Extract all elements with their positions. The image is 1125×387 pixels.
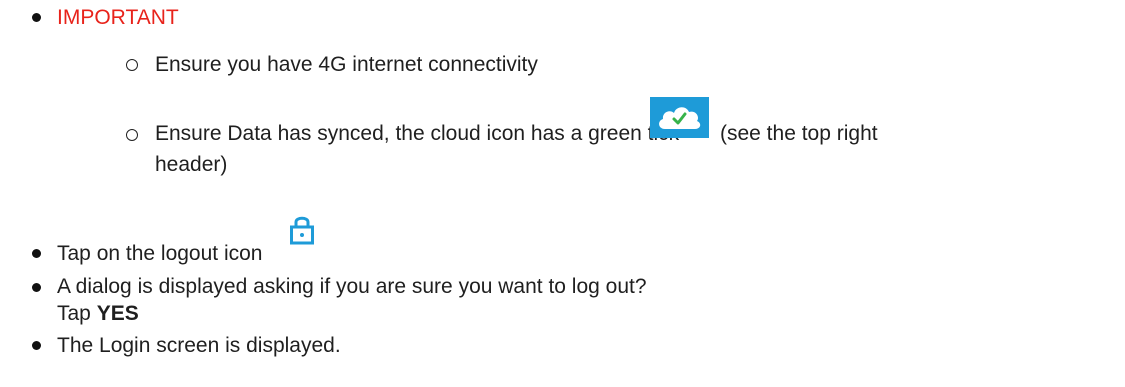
step-tap-logout: Tap on the logout icon — [57, 242, 263, 265]
step-dialog-text: A dialog is displayed asking if you are … — [57, 275, 647, 298]
sub-item-sync-continued: header) — [155, 153, 228, 176]
lock-logout-icon — [290, 214, 314, 245]
step-dialog-action-yes: YES — [96, 302, 139, 325]
instruction-document: IMPORTANT Ensure you have 4G internet co… — [0, 0, 1125, 387]
sub-item-sync-hint: (see the top right — [720, 122, 878, 145]
bullet-step-logout — [32, 249, 41, 258]
bullet-step-dialog — [32, 283, 41, 292]
important-heading: IMPORTANT — [57, 6, 179, 29]
bullet-step-login — [32, 341, 41, 350]
bullet-important — [32, 13, 41, 22]
step-dialog-action: Tap YES — [57, 301, 139, 327]
step-login-text: The Login screen is displayed. — [57, 334, 341, 357]
sub-item-connectivity: Ensure you have 4G internet connectivity — [155, 53, 538, 76]
cloud-sync-check-icon — [650, 97, 709, 138]
step-dialog-action-prefix: Tap — [57, 302, 91, 325]
sub-bullet-connectivity — [126, 59, 138, 71]
sub-item-sync-text: Ensure Data has synced, the cloud icon h… — [155, 122, 680, 145]
sub-bullet-sync — [126, 129, 138, 141]
